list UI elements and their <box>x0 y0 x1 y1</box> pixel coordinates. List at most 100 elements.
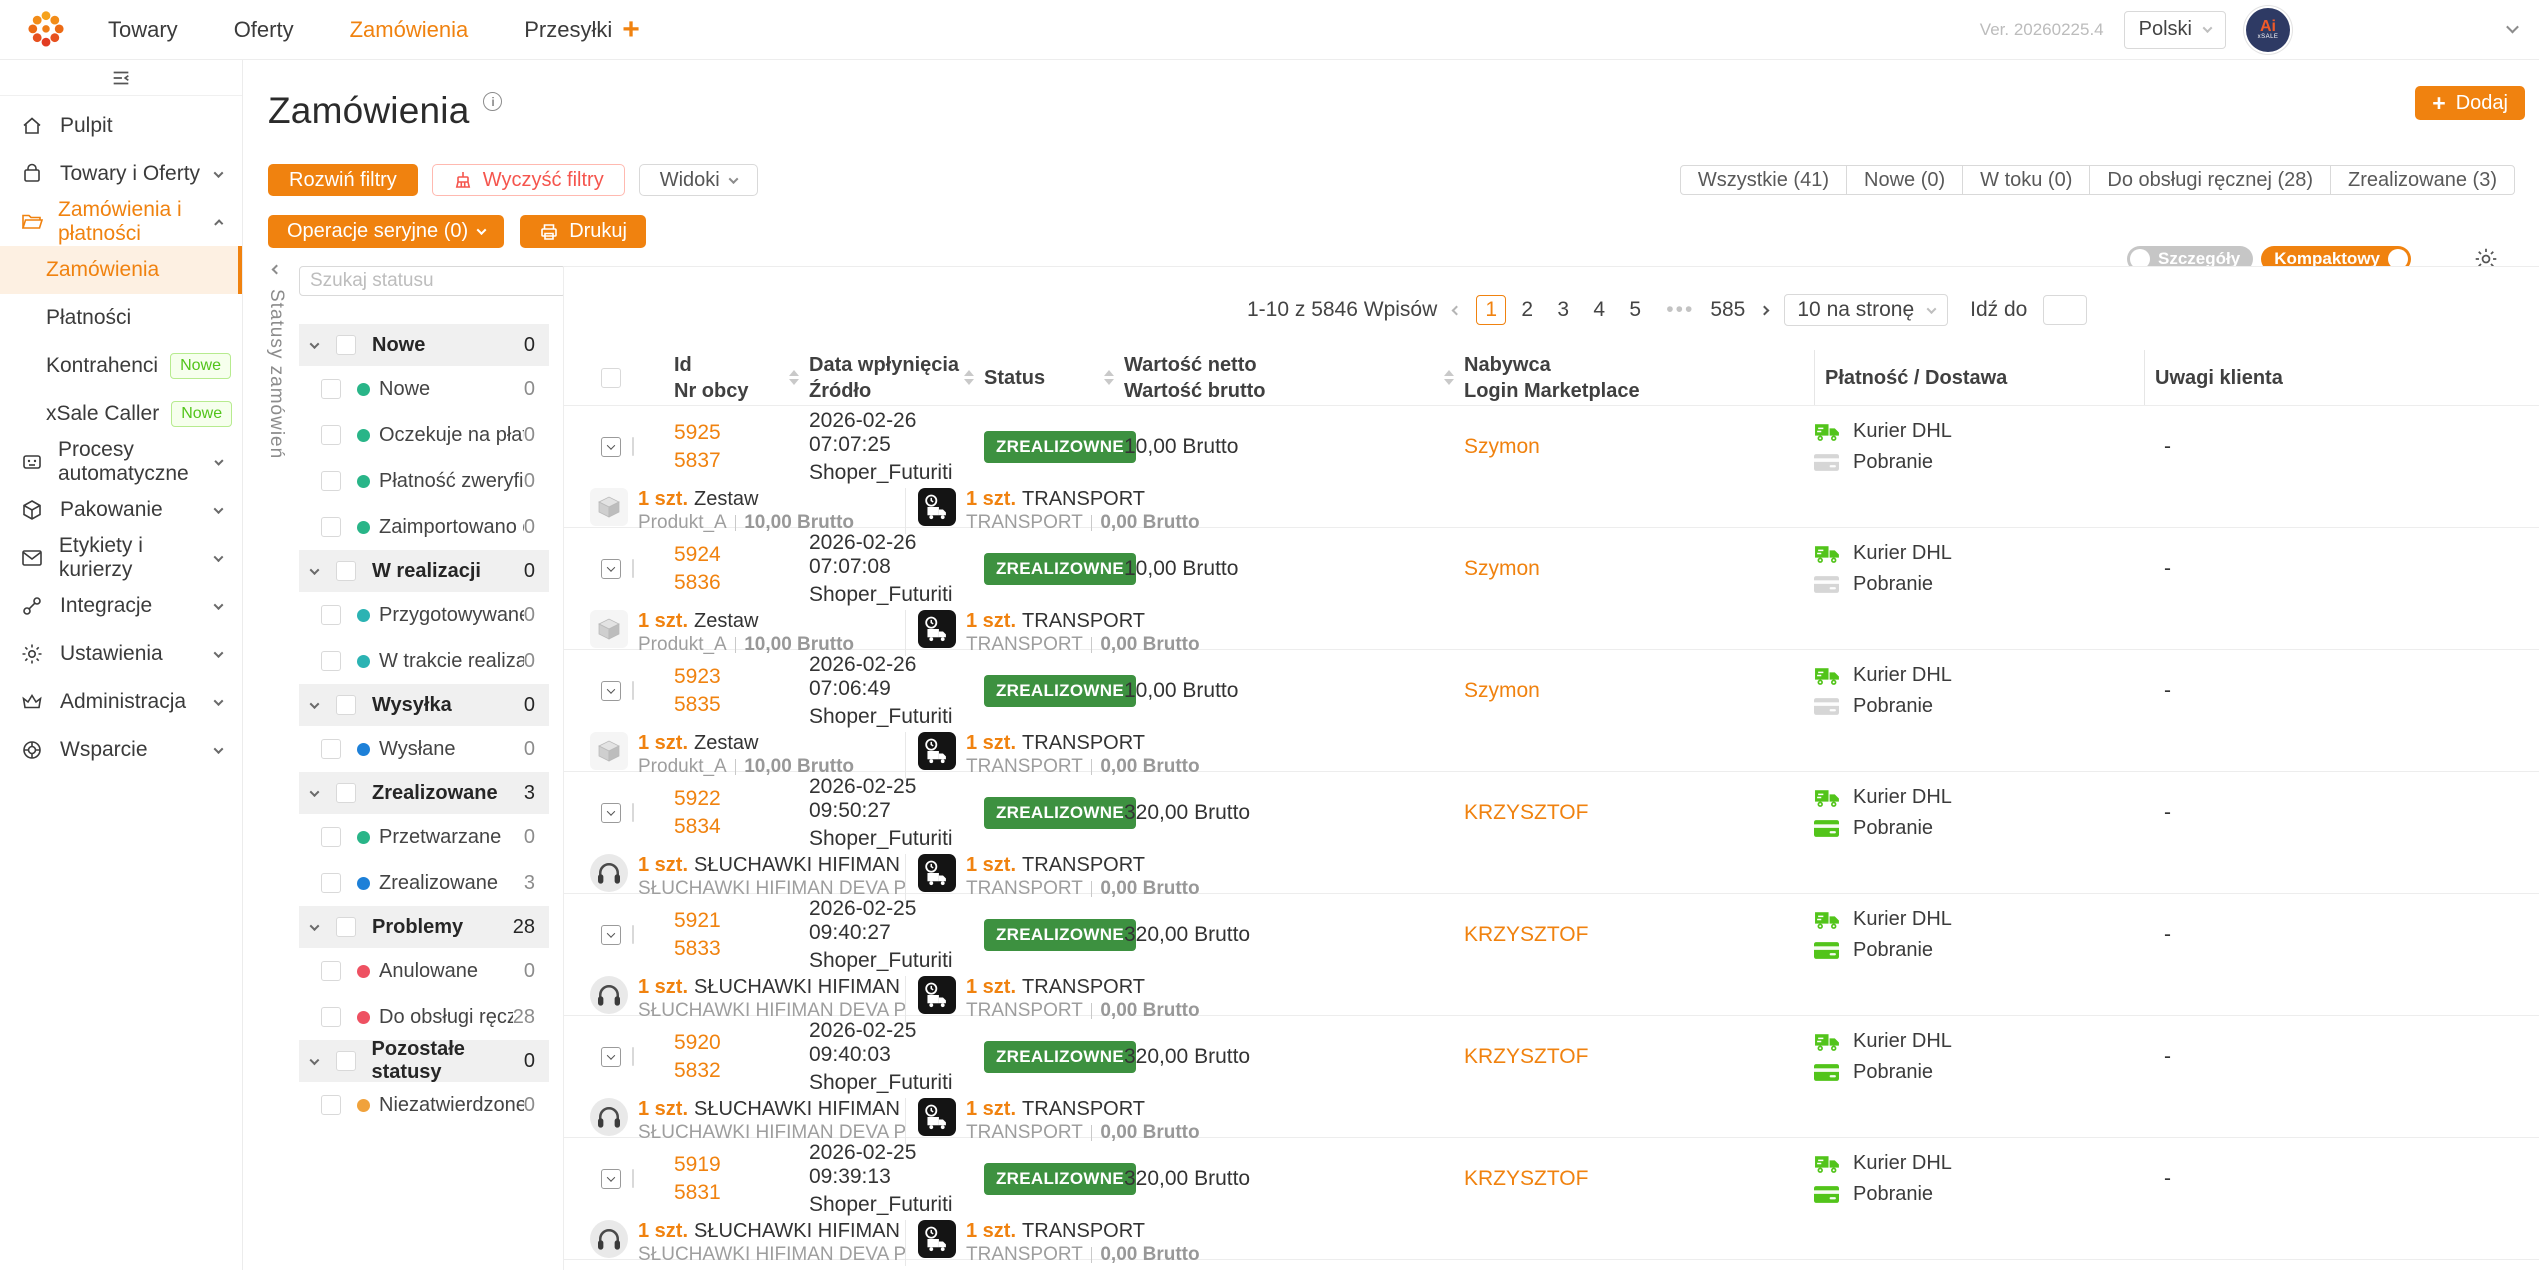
status-group-checkbox[interactable] <box>336 1051 356 1071</box>
views-dropdown[interactable]: Widoki <box>639 164 758 196</box>
buyer-link[interactable]: KRZYSZTOF <box>1464 923 1588 946</box>
sort-icon[interactable] <box>1104 370 1114 385</box>
status-item-checkbox[interactable] <box>321 651 341 671</box>
buyer-link[interactable]: Szymon <box>1464 679 1540 702</box>
status-item[interactable]: Niezatwierdzone (Allegro) 0 <box>299 1082 549 1128</box>
topnav-item[interactable]: Zamówienia <box>350 17 469 43</box>
column-header-buyer[interactable]: NabywcaLogin Marketplace <box>1464 350 1814 405</box>
buyer-link[interactable]: KRZYSZTOF <box>1464 801 1588 824</box>
status-item-checkbox[interactable] <box>321 517 341 537</box>
page-number-button[interactable]: 3 <box>1548 295 1578 325</box>
chevron-down-icon[interactable] <box>309 1055 319 1065</box>
chevron-down-icon[interactable] <box>310 565 320 575</box>
sidebar-item[interactable]: Integracje <box>0 582 242 630</box>
select-all-checkbox[interactable] <box>601 368 621 388</box>
status-item[interactable]: Do obsługi ręcznej 28 <box>299 994 549 1040</box>
chevron-down-icon[interactable] <box>310 699 320 709</box>
status-group-header[interactable]: Zrealizowane 3 <box>299 772 549 814</box>
expand-row-button[interactable] <box>601 925 621 945</box>
status-item[interactable]: Zrealizowane 3 <box>299 860 549 906</box>
order-id-link[interactable]: 5924 <box>674 543 809 567</box>
sidebar-item[interactable]: Kontrahenci Nowe <box>0 342 242 390</box>
sidebar-item[interactable]: Płatności <box>0 294 242 342</box>
foreign-id-link[interactable]: 5833 <box>674 937 809 961</box>
status-item[interactable]: Przetwarzane 0 <box>299 814 549 860</box>
status-item-checkbox[interactable] <box>321 605 341 625</box>
buyer-link[interactable]: Szymon <box>1464 435 1540 458</box>
expand-filters-button[interactable]: Rozwiń filtry <box>268 164 418 196</box>
expand-row-button[interactable] <box>601 681 621 701</box>
status-item-checkbox[interactable] <box>321 961 341 981</box>
status-item-checkbox[interactable] <box>321 425 341 445</box>
order-id-link[interactable]: 5923 <box>674 665 809 689</box>
sidebar-item[interactable]: Etykiety i kurierzy <box>0 534 242 582</box>
topnav-item[interactable]: Przesyłki <box>524 17 612 43</box>
chevron-down-icon[interactable] <box>310 339 320 349</box>
collapse-status-panel-icon[interactable] <box>271 265 281 275</box>
status-group-header[interactable]: W realizacji 0 <box>299 550 549 592</box>
prev-page-icon[interactable] <box>1452 305 1462 315</box>
foreign-id-link[interactable]: 5831 <box>674 1181 809 1205</box>
status-group-checkbox[interactable] <box>336 335 356 355</box>
chevron-down-icon[interactable] <box>310 921 320 931</box>
status-item[interactable]: Zaimportowano do ERP 0 <box>299 504 549 550</box>
status-group-header[interactable]: Problemy 28 <box>299 906 549 948</box>
sidebar-item[interactable]: Zamówienia <box>0 246 242 294</box>
status-group-header[interactable]: Nowe 0 <box>299 324 549 366</box>
serial-operations-dropdown[interactable]: Operacje seryjne (0) <box>268 215 504 248</box>
sidebar-item[interactable]: Wsparcie <box>0 726 242 774</box>
sidebar-item[interactable]: Ustawienia <box>0 630 242 678</box>
column-header-date[interactable]: Data wpłynięciaŹródło <box>809 350 984 405</box>
row-checkbox[interactable] <box>632 437 634 456</box>
sidebar-item[interactable]: Procesy automatyczne <box>0 438 242 486</box>
orders-filter-tab[interactable]: Wszystkie (41) <box>1680 165 1847 195</box>
status-group-header[interactable]: Pozostałe statusy 0 <box>299 1040 549 1082</box>
user-avatar[interactable]: Ai xSALE <box>2246 8 2290 52</box>
status-item-checkbox[interactable] <box>321 379 341 399</box>
sidebar-item[interactable]: xSale Caller Nowe <box>0 390 242 438</box>
chevron-down-icon[interactable] <box>310 787 320 797</box>
status-item[interactable]: Płatność zweryfikowana 0 <box>299 458 549 504</box>
status-item-checkbox[interactable] <box>321 827 341 847</box>
next-page-icon[interactable] <box>1760 305 1770 315</box>
expand-row-button[interactable] <box>601 559 621 579</box>
row-checkbox[interactable] <box>632 925 634 944</box>
orders-filter-tab[interactable]: Zrealizowane (3) <box>2330 165 2515 195</box>
row-checkbox[interactable] <box>632 681 634 700</box>
goto-page-input[interactable] <box>2043 295 2087 325</box>
page-number-button[interactable]: 1 <box>1476 295 1506 325</box>
orders-filter-tab[interactable]: Nowe (0) <box>1846 165 1963 195</box>
status-item-checkbox[interactable] <box>321 471 341 491</box>
sort-icon[interactable] <box>1444 370 1454 385</box>
sort-icon[interactable] <box>789 370 799 385</box>
order-id-link[interactable]: 5921 <box>674 909 809 933</box>
foreign-id-link[interactable]: 5837 <box>674 449 809 473</box>
buyer-link[interactable]: KRZYSZTOF <box>1464 1045 1588 1068</box>
status-item-checkbox[interactable] <box>321 739 341 759</box>
print-button[interactable]: Drukuj <box>520 215 646 248</box>
column-header-id[interactable]: IdNr obcy <box>674 350 809 405</box>
sidebar-item[interactable]: Zamówienia i płatności <box>0 198 242 246</box>
topnav-item[interactable]: Oferty <box>234 17 294 43</box>
sidebar-item[interactable]: Towary i Oferty <box>0 150 242 198</box>
clear-filters-button[interactable]: Wyczyść filtry <box>432 164 625 196</box>
foreign-id-link[interactable]: 5834 <box>674 815 809 839</box>
add-order-button[interactable]: + Dodaj <box>2415 86 2525 120</box>
status-search-input[interactable] <box>299 266 566 296</box>
sort-icon[interactable] <box>964 370 974 385</box>
expand-row-button[interactable] <box>601 1169 621 1189</box>
order-id-link[interactable]: 5925 <box>674 421 809 445</box>
last-page-button[interactable]: 585 <box>1710 295 1745 325</box>
info-icon[interactable]: i <box>483 92 502 111</box>
expand-row-button[interactable] <box>601 1047 621 1067</box>
status-group-header[interactable]: Wysyłka 0 <box>299 684 549 726</box>
expand-row-button[interactable] <box>601 437 621 457</box>
status-item-checkbox[interactable] <box>321 1007 341 1027</box>
sidebar-item[interactable]: Administracja <box>0 678 242 726</box>
status-item[interactable]: Przygotowywane do wy... 0 <box>299 592 549 638</box>
foreign-id-link[interactable]: 5832 <box>674 1059 809 1083</box>
status-item[interactable]: Nowe 0 <box>299 366 549 412</box>
page-number-button[interactable]: 2 <box>1512 295 1542 325</box>
status-item-checkbox[interactable] <box>321 873 341 893</box>
sidebar-item[interactable]: Pakowanie <box>0 486 242 534</box>
